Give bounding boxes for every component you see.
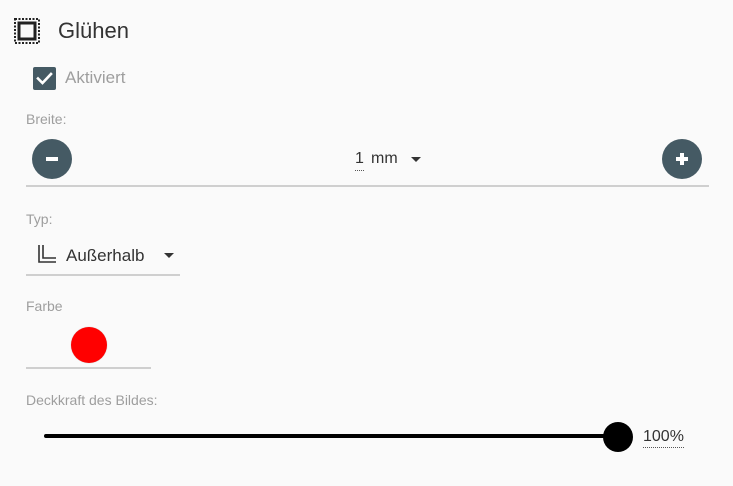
opacity-label: Deckkraft des Bildes: xyxy=(26,392,158,408)
section-title: Glühen xyxy=(58,18,129,43)
color-label: Farbe xyxy=(26,298,63,314)
width-unit: mm xyxy=(371,150,398,167)
outer-corner-icon xyxy=(38,245,56,263)
opacity-slider-thumb[interactable] xyxy=(603,422,633,452)
opacity-slider-track[interactable] xyxy=(44,434,618,438)
plus-icon xyxy=(676,153,688,165)
opacity-value[interactable]: 100% xyxy=(643,427,684,448)
color-swatch[interactable] xyxy=(71,327,107,363)
glow-frame-icon xyxy=(14,18,40,44)
color-picker-underline xyxy=(26,367,151,369)
checkmark-icon xyxy=(36,72,53,85)
width-unit-dropdown-icon[interactable] xyxy=(411,157,421,162)
enabled-label: Aktiviert xyxy=(65,68,126,87)
width-increment-button[interactable] xyxy=(662,139,702,179)
type-dropdown-icon[interactable] xyxy=(164,253,174,258)
enabled-checkbox[interactable] xyxy=(33,67,56,90)
minus-icon xyxy=(46,157,58,161)
width-value[interactable]: 1 xyxy=(355,148,364,171)
type-select-underline xyxy=(26,274,180,276)
type-select-value[interactable]: Außerhalb xyxy=(66,245,144,267)
type-label: Typ: xyxy=(26,211,53,227)
width-stepper-underline xyxy=(26,185,709,187)
width-decrement-button[interactable] xyxy=(32,139,72,179)
width-label: Breite: xyxy=(26,111,67,127)
